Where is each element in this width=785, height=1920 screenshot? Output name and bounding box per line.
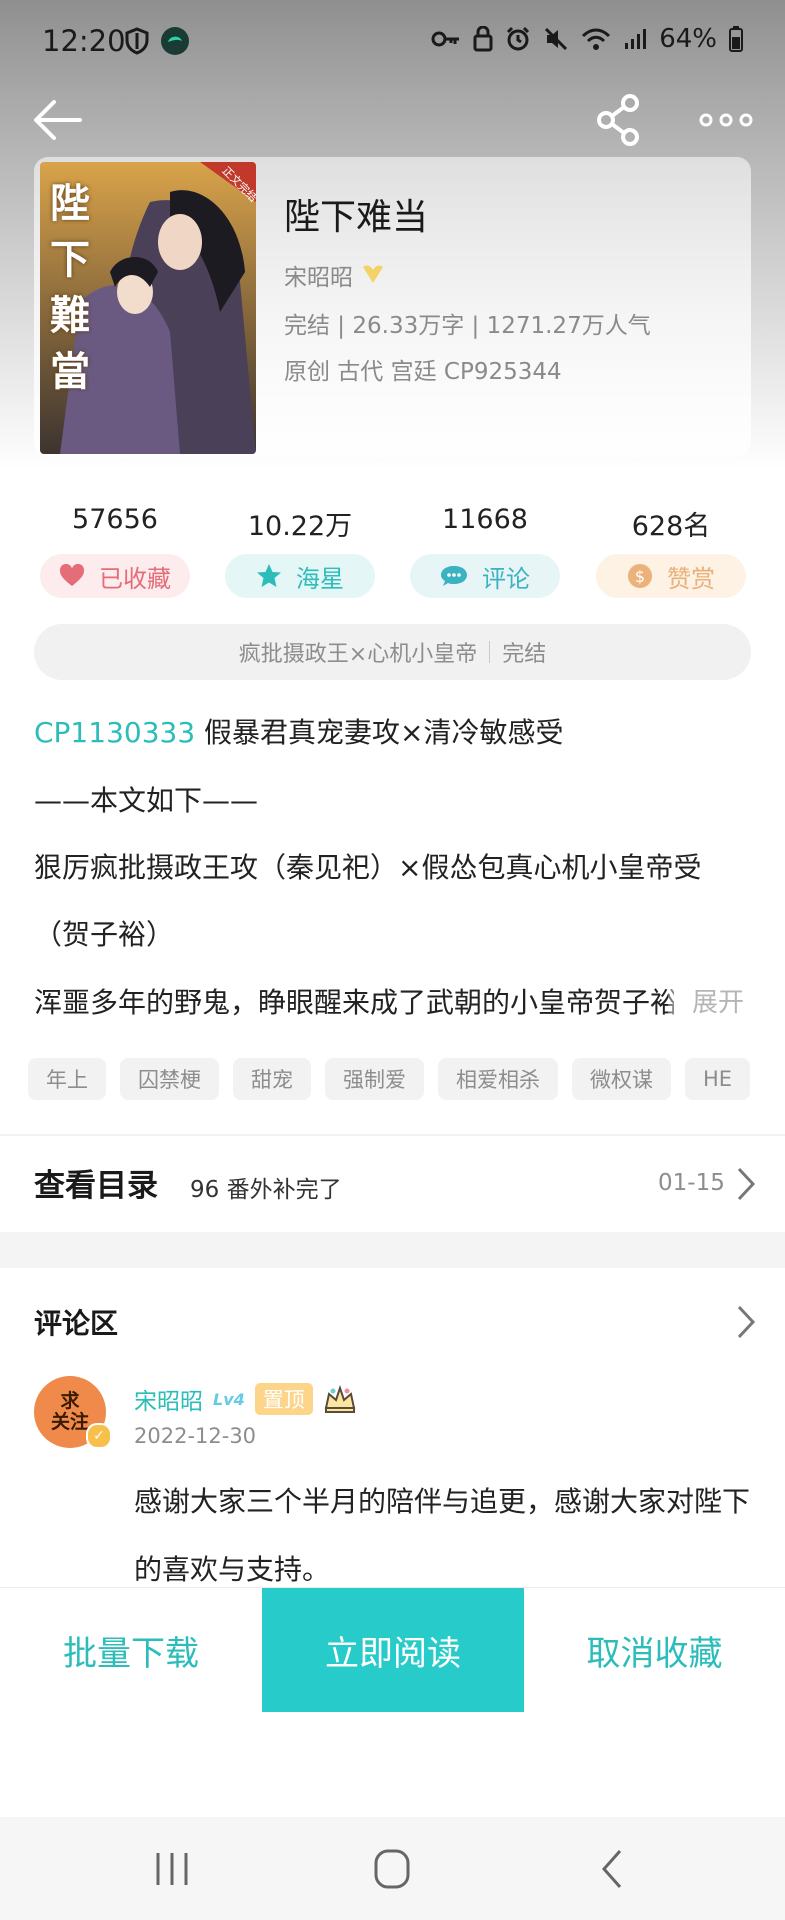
battery-icon <box>729 26 743 52</box>
description-line: 浑噩多年的野鬼，睁眼醒来成了武朝的小皇帝贺子裕 <box>34 986 674 1019</box>
section-divider <box>0 1134 785 1136</box>
tag-chip[interactable]: HE <box>685 1058 751 1100</box>
banner-text: 疯批摄政王×心机小皇帝 <box>238 642 478 667</box>
batch-download-button[interactable]: 批量下载 <box>0 1588 262 1712</box>
metric-value: 11668 <box>442 504 528 535</box>
cover-title-art: 陛下難當 <box>50 180 90 395</box>
tag-chip[interactable]: 微权谋 <box>572 1058 671 1100</box>
description-line: ——本文如下—— <box>34 784 259 817</box>
avatar-text: 关注 <box>50 1411 89 1433</box>
chevron-right-icon[interactable] <box>734 1302 758 1342</box>
comment-text: 感谢大家三个半月的陪伴与追更，感谢大家对陛下的喜欢与支持。 <box>134 1485 751 1586</box>
comments-title[interactable]: 评论区 <box>34 1302 118 1342</box>
metric-favorites: 57656 已收藏 <box>40 504 190 598</box>
lock-icon <box>473 26 493 52</box>
signal-icon <box>625 29 647 49</box>
back-icon[interactable] <box>584 1847 644 1891</box>
metric-starfish: 10.22万 海星 <box>225 504 375 598</box>
comment-author[interactable]: 宋昭昭 Lv4 置顶 <box>134 1382 357 1416</box>
avatar-text: 求 <box>60 1390 80 1412</box>
expand-button[interactable]: 展开 <box>668 983 745 1023</box>
latest-update-date: 01-15 <box>658 1170 725 1196</box>
alarm-icon <box>507 26 530 51</box>
pinned-badge: 置顶 <box>254 1383 313 1415</box>
level-badge: Lv4 <box>213 1389 245 1409</box>
read-now-button[interactable]: 立即阅读 <box>262 1588 524 1712</box>
wifi-icon <box>582 28 611 50</box>
tag-chips: 年上 囚禁梗 甜宠 强制爱 相爱相杀 微权谋 HE <box>28 1058 751 1100</box>
recent-apps-icon[interactable] <box>142 1847 202 1891</box>
system-navigation-bar <box>0 1817 785 1920</box>
book-cover[interactable]: 陛下難當 正文完结 <box>40 162 256 454</box>
metric-label: 赞赏 <box>667 564 715 593</box>
description-line: （贺子裕） <box>34 918 175 951</box>
metric-value: 10.22万 <box>247 511 353 542</box>
description-line: CP1130333 假暴君真宠妻攻×清冷敏感受 <box>34 713 754 753</box>
book-tags-line: 原创 古代 宫廷 CP925344 <box>284 359 562 385</box>
description-text: 假暴君真宠妻攻×清冷敏感受 <box>195 716 564 749</box>
author-name: 宋昭昭 <box>284 265 353 291</box>
share-icon[interactable] <box>592 92 648 148</box>
summary-banner: 疯批摄政王×心机小皇帝 完结 <box>34 624 751 680</box>
tag-chip[interactable]: 年上 <box>28 1058 106 1100</box>
catalog-row[interactable]: 查看目录 96 番外补完了 01-15 <box>0 1140 785 1228</box>
battery-percent: 64% <box>659 24 717 54</box>
favorited-button[interactable]: 已收藏 <box>40 554 190 598</box>
book-author[interactable]: 宋昭昭 <box>284 258 385 292</box>
cp-link[interactable]: CP1130333 <box>34 716 195 749</box>
comment-date: 2022-12-30 <box>134 1424 257 1448</box>
status-bar: 12:20 64% <box>0 0 785 84</box>
shield-icon <box>125 27 149 55</box>
catalog-title: 查看目录 <box>34 1168 158 1204</box>
metric-value: 628名 <box>631 511 711 542</box>
tag-chip[interactable]: 囚禁梗 <box>120 1058 219 1100</box>
comment-button[interactable]: 评论 <box>410 554 560 598</box>
crown-badge-icon <box>324 1384 356 1413</box>
latest-chapter: 96 番外补完了 <box>190 1177 342 1203</box>
chevron-right-icon <box>737 1167 756 1201</box>
svg-text:$: $ <box>635 567 645 586</box>
star-icon <box>257 564 281 587</box>
mute-icon <box>545 27 568 51</box>
heart-icon <box>59 564 85 586</box>
tag-chip[interactable]: 甜宠 <box>233 1058 311 1100</box>
tag-chip[interactable]: 相爱相杀 <box>438 1058 558 1100</box>
banner-divider <box>489 641 491 663</box>
metric-label: 海星 <box>296 564 344 593</box>
status-time: 12:20 <box>42 24 126 58</box>
unfavorite-button[interactable]: 取消收藏 <box>524 1588 785 1712</box>
comment-username: 宋昭昭 <box>134 1389 203 1415</box>
home-icon[interactable] <box>362 1847 422 1891</box>
more-icon[interactable] <box>696 100 756 140</box>
metric-rewards: 628名 $ 赞赏 <box>596 504 746 598</box>
banner-status: 完结 <box>502 642 547 667</box>
reward-button[interactable]: $ 赞赏 <box>596 554 746 598</box>
starfish-button[interactable]: 海星 <box>225 554 375 598</box>
metric-value: 57656 <box>72 504 158 535</box>
section-gap <box>0 1232 785 1268</box>
key-icon <box>431 31 460 47</box>
metric-comments: 11668 评论 <box>410 504 560 598</box>
arrow-left-icon[interactable] <box>30 92 86 148</box>
chat-icon <box>441 566 467 586</box>
app-status-icon <box>161 27 189 55</box>
verified-badge-icon: ✓ <box>86 1423 112 1449</box>
verified-heart-icon <box>363 265 383 283</box>
metric-label: 评论 <box>482 564 530 593</box>
book-stats: 完结 | 26.33万字 | 1271.27万人气 <box>284 313 651 339</box>
metric-label: 已收藏 <box>99 564 171 593</box>
bottom-action-bar: 批量下载 立即阅读 取消收藏 <box>0 1587 785 1818</box>
book-title: 陛下难当 <box>284 197 429 238</box>
description-line: 狠厉疯批摄政王攻（秦见祀）×假怂包真心机小皇帝受 <box>34 851 702 884</box>
coin-icon: $ <box>628 564 652 588</box>
tag-chip[interactable]: 强制爱 <box>325 1058 424 1100</box>
